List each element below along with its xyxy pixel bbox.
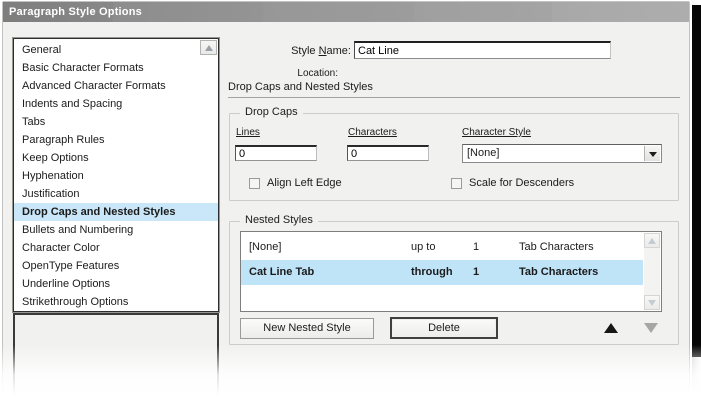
- heading-divider: [228, 97, 680, 98]
- dialog-titlebar[interactable]: Paragraph Style Options: [3, 2, 689, 22]
- style-name-label-suffix: ame:: [326, 45, 351, 57]
- sidebar-item-basic-character-formats[interactable]: Basic Character Formats: [14, 59, 218, 77]
- scroll-up-icon: [648, 238, 656, 244]
- nested-styles-group: Nested Styles [None] up to 1 Tab Charact…: [229, 214, 679, 345]
- sidebar-item-underline-options[interactable]: Underline Options: [14, 275, 218, 293]
- scale-for-descenders-checkbox[interactable]: [451, 178, 462, 189]
- characters-input[interactable]: [347, 145, 429, 161]
- nested-list-scroll-up-button[interactable]: [644, 233, 660, 248]
- sidebar-item-tabs[interactable]: Tabs: [14, 113, 218, 131]
- style-name-label-prefix: Style: [291, 45, 319, 57]
- paragraph-style-options-dialog: Paragraph Style Options General Basic Ch…: [2, 1, 690, 403]
- nested-style-row[interactable]: [None] up to 1 Tab Characters: [241, 235, 643, 260]
- drop-caps-group: Drop Caps Lines Characters Character Sty…: [229, 106, 679, 201]
- delete-button[interactable]: Delete: [390, 317, 498, 339]
- characters-label: Characters: [348, 127, 397, 138]
- sidebar-scroll-up-button[interactable]: [200, 40, 217, 55]
- sidebar-item-justification[interactable]: Justification: [14, 185, 218, 203]
- move-down-button[interactable]: [644, 323, 658, 333]
- sidebar-item-strikethrough-options[interactable]: Strikethrough Options: [14, 293, 218, 311]
- nested-style-match[interactable]: up to: [411, 235, 435, 260]
- sidebar-item-general[interactable]: General: [14, 41, 218, 59]
- scale-for-descenders-label: Scale for Descenders: [469, 177, 575, 189]
- character-style-value: [None]: [467, 147, 500, 159]
- sidebar-item-advanced-character-formats[interactable]: Advanced Character Formats: [14, 77, 218, 95]
- sidebar-item-bullets-and-numbering[interactable]: Bullets and Numbering: [14, 221, 218, 239]
- lines-input[interactable]: [235, 145, 317, 161]
- nested-style-match[interactable]: through: [411, 260, 453, 285]
- dialog-title: Paragraph Style Options: [9, 6, 142, 18]
- sidebar-item-paragraph-rules[interactable]: Paragraph Rules: [14, 131, 218, 149]
- nested-style-unit[interactable]: Tab Characters: [519, 235, 594, 260]
- align-left-edge-label: Align Left Edge: [267, 177, 342, 189]
- panel-heading: Drop Caps and Nested Styles: [228, 81, 373, 93]
- nested-style-name[interactable]: Cat Line Tab: [249, 260, 314, 285]
- align-left-edge-checkbox[interactable]: [249, 178, 260, 189]
- new-nested-style-button[interactable]: New Nested Style: [240, 318, 374, 339]
- lines-label: Lines: [236, 127, 260, 138]
- nested-style-count[interactable]: 1: [473, 235, 479, 260]
- nested-style-count[interactable]: 1: [473, 260, 479, 285]
- scroll-up-icon: [205, 45, 213, 51]
- scroll-down-icon: [648, 300, 656, 306]
- style-name-label: Style Name:: [241, 45, 351, 57]
- move-up-button[interactable]: [604, 323, 618, 333]
- sidebar-item-opentype-features[interactable]: OpenType Features: [14, 257, 218, 275]
- nested-styles-list: [None] up to 1 Tab Characters Cat Line T…: [240, 231, 662, 312]
- style-name-input[interactable]: [354, 41, 611, 59]
- sidebar-item-keep-options[interactable]: Keep Options: [14, 149, 218, 167]
- category-list: General Basic Character Formats Advanced…: [12, 37, 220, 313]
- sidebar-item-indents-and-spacing[interactable]: Indents and Spacing: [14, 95, 218, 113]
- character-style-label: Character Style: [462, 127, 531, 138]
- chevron-down-icon: [649, 152, 657, 157]
- nested-styles-legend: Nested Styles: [240, 214, 318, 226]
- style-name-label-mnemonic: N: [318, 45, 327, 57]
- drop-caps-legend: Drop Caps: [240, 106, 303, 118]
- nested-style-name[interactable]: [None]: [249, 235, 281, 260]
- nested-style-row-selected[interactable]: Cat Line Tab through 1 Tab Characters: [241, 260, 643, 285]
- sidebar-item-character-color[interactable]: Character Color: [14, 239, 218, 257]
- nested-list-scrollbar[interactable]: [644, 233, 660, 310]
- preview-box: [13, 313, 219, 403]
- dropdown-arrow-button[interactable]: [644, 146, 660, 161]
- nested-list-scroll-down-button[interactable]: [644, 295, 660, 310]
- location-label: Location:: [297, 68, 338, 79]
- sidebar-item-hyphenation[interactable]: Hyphenation: [14, 167, 218, 185]
- screenshot-stage: Paragraph Style Options General Basic Ch…: [0, 0, 701, 404]
- character-style-dropdown[interactable]: [None]: [462, 144, 662, 163]
- nested-style-unit[interactable]: Tab Characters: [519, 260, 598, 285]
- sidebar-item-drop-caps-and-nested-styles[interactable]: Drop Caps and Nested Styles: [14, 203, 218, 221]
- backdrop-strip-right: [690, 5, 701, 357]
